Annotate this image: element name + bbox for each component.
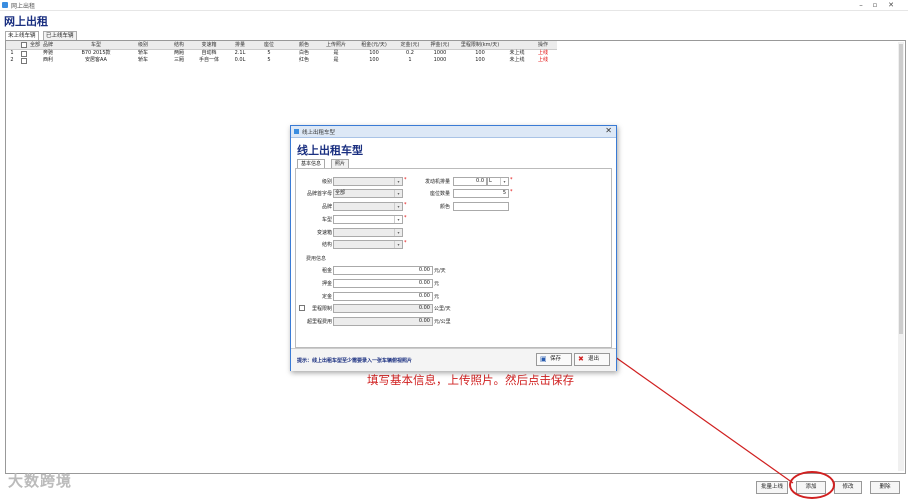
required-mark: * bbox=[404, 240, 407, 246]
annotation-text: 填写基本信息，上传照片。然后点击保存 bbox=[367, 373, 574, 387]
dialog-title: 线上出租车型 bbox=[302, 130, 336, 136]
brand-initial-select[interactable]: 全部 ▾ bbox=[333, 189, 403, 198]
chevron-down-icon: ▾ bbox=[394, 178, 402, 185]
dialog-close-icon[interactable]: ✕ bbox=[605, 127, 612, 135]
color-label: 颜色 bbox=[439, 204, 450, 210]
color-input[interactable] bbox=[453, 202, 509, 211]
mileage-value: 0.00 bbox=[418, 305, 430, 311]
down-payment-value: 0.00 bbox=[418, 293, 430, 299]
model-select[interactable]: ▾ bbox=[333, 215, 403, 224]
required-mark: * bbox=[404, 215, 407, 221]
brand-initial-value: 全部 bbox=[335, 190, 346, 196]
dialog-footer: 提示：线上出租车型至少需要录入一张车辆俯视照片 ▣ 保存 ✖ 退出 bbox=[291, 348, 616, 371]
structure-label: 结构 bbox=[321, 242, 332, 248]
brand-label: 品牌 bbox=[321, 204, 332, 210]
rent-unit: 元/天 bbox=[434, 268, 446, 274]
level-select[interactable]: ▾ bbox=[333, 177, 403, 186]
mileage-label: 里程限制 bbox=[311, 306, 332, 312]
chevron-down-icon: ▾ bbox=[394, 241, 402, 248]
required-mark: * bbox=[510, 177, 513, 183]
overage-unit: 元/公里 bbox=[434, 319, 451, 325]
deposit-label: 押金 bbox=[321, 281, 332, 287]
gearbox-label: 变速箱 bbox=[316, 230, 332, 236]
rent-input[interactable]: 0.00 bbox=[333, 266, 433, 275]
vehicle-type-dialog: 线上出租车型 ✕ 线上出租车型 基本信息 照片 级别 ▾ * 品牌首字母 全部 … bbox=[290, 125, 617, 371]
hint-text: 提示：线上出租车型至少需要录入一张车辆俯视照片 bbox=[297, 358, 413, 364]
down-payment-label: 定金 bbox=[321, 294, 332, 300]
mileage-unit: 公里/天 bbox=[434, 306, 451, 312]
deposit-input[interactable]: 0.00 bbox=[333, 279, 433, 288]
deposit-unit: 元 bbox=[434, 281, 440, 287]
model-label: 车型 bbox=[321, 217, 332, 223]
exit-button-label: 退出 bbox=[588, 356, 600, 362]
down-payment-unit: 元 bbox=[434, 294, 440, 300]
chevron-down-icon: ▾ bbox=[394, 229, 402, 236]
chevron-down-icon: ▾ bbox=[394, 190, 402, 197]
save-button[interactable]: ▣ 保存 bbox=[536, 353, 572, 366]
chevron-down-icon: ▾ bbox=[394, 203, 402, 210]
engine-value: 0.0 bbox=[476, 178, 484, 184]
chevron-down-icon: ▾ bbox=[394, 216, 402, 223]
overage-label: 超里程费用 bbox=[306, 319, 332, 325]
dialog-title-bar: 线上出租车型 ✕ bbox=[291, 126, 616, 138]
required-mark: * bbox=[510, 189, 513, 195]
engine-unit: L bbox=[489, 178, 492, 184]
brand-initial-label: 品牌首字母 bbox=[306, 191, 332, 197]
fee-section-title: 费用信息 bbox=[306, 256, 327, 262]
save-button-label: 保存 bbox=[550, 356, 562, 362]
dialog-app-icon bbox=[294, 129, 299, 134]
tab-photos[interactable]: 照片 bbox=[331, 159, 350, 168]
overage-input[interactable]: 0.00 bbox=[333, 317, 433, 326]
overage-value: 0.00 bbox=[418, 318, 430, 324]
required-mark: * bbox=[404, 177, 407, 183]
engine-label: 发动机排量 bbox=[424, 179, 450, 185]
engine-unit-select[interactable]: L ▾ bbox=[487, 177, 509, 186]
save-icon: ▣ bbox=[540, 355, 547, 363]
level-label: 级别 bbox=[321, 179, 332, 185]
seats-label: 座位数量 bbox=[429, 191, 450, 197]
deposit-value: 0.00 bbox=[418, 280, 430, 286]
chevron-down-icon: ▾ bbox=[500, 178, 508, 185]
rent-value: 0.00 bbox=[418, 267, 430, 273]
basic-info-panel: 级别 ▾ * 品牌首字母 全部 ▾ 品牌 ▾ * 车型 ▾ * 变速箱 ▾ 结构 bbox=[295, 168, 612, 348]
required-mark: * bbox=[404, 202, 407, 208]
gearbox-select[interactable]: ▾ bbox=[333, 228, 403, 237]
exit-button[interactable]: ✖ 退出 bbox=[574, 353, 610, 366]
structure-select[interactable]: ▾ bbox=[333, 240, 403, 249]
dialog-heading: 线上出租车型 bbox=[297, 144, 363, 157]
mileage-input[interactable]: 0.00 bbox=[333, 304, 433, 313]
brand-select[interactable]: ▾ bbox=[333, 202, 403, 211]
close-icon: ✖ bbox=[578, 355, 584, 363]
seats-input[interactable]: 5 bbox=[453, 189, 509, 198]
engine-input[interactable]: 0.0 bbox=[453, 177, 487, 186]
seats-value: 5 bbox=[502, 190, 506, 196]
down-payment-input[interactable]: 0.00 bbox=[333, 292, 433, 301]
rent-label: 租金 bbox=[321, 268, 332, 274]
